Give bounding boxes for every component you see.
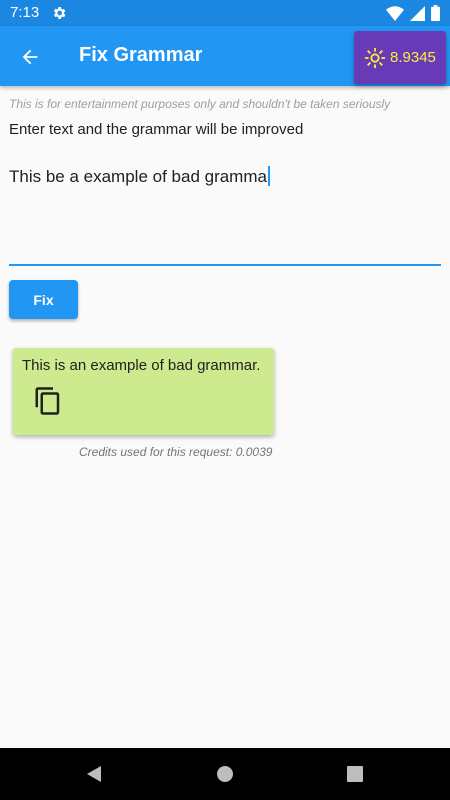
copy-button[interactable] xyxy=(33,386,63,416)
input-value: This be a example of bad gramma xyxy=(9,167,267,186)
arrow-back-icon xyxy=(22,49,38,65)
result-card: This is an example of bad grammar. xyxy=(13,348,274,435)
signal-icon xyxy=(410,5,425,21)
result-text: This is an example of bad grammar. xyxy=(22,357,261,374)
instruction-text: Enter text and the grammar will be impro… xyxy=(9,121,304,138)
wifi-icon xyxy=(386,5,404,21)
grammar-text-input[interactable]: This be a example of bad gramma xyxy=(9,166,441,266)
credits-balance: 8.9345 xyxy=(390,49,436,66)
credits-used-text: Credits used for this request: 0.0039 xyxy=(79,445,273,459)
system-nav-bar xyxy=(0,748,450,800)
page-title: Fix Grammar xyxy=(79,44,203,66)
disclaimer-text: This is for entertainment purposes only … xyxy=(9,97,391,111)
home-circle-icon[interactable] xyxy=(215,764,235,784)
back-button[interactable] xyxy=(14,41,46,73)
fix-button[interactable]: Fix xyxy=(9,280,78,319)
status-bar: 7:13 xyxy=(0,0,450,26)
status-time: 7:13 xyxy=(10,4,40,21)
copy-icon xyxy=(35,387,60,415)
credits-button[interactable]: 8.9345 xyxy=(354,31,446,84)
text-cursor xyxy=(267,166,270,186)
gear-icon xyxy=(53,7,66,19)
recents-square-icon[interactable] xyxy=(345,764,365,784)
back-triangle-icon[interactable] xyxy=(84,764,104,784)
battery-icon xyxy=(431,5,440,21)
status-icons xyxy=(386,5,440,21)
app-bar: Fix Grammar 8.9345 xyxy=(0,26,450,86)
sun-icon xyxy=(364,47,386,68)
